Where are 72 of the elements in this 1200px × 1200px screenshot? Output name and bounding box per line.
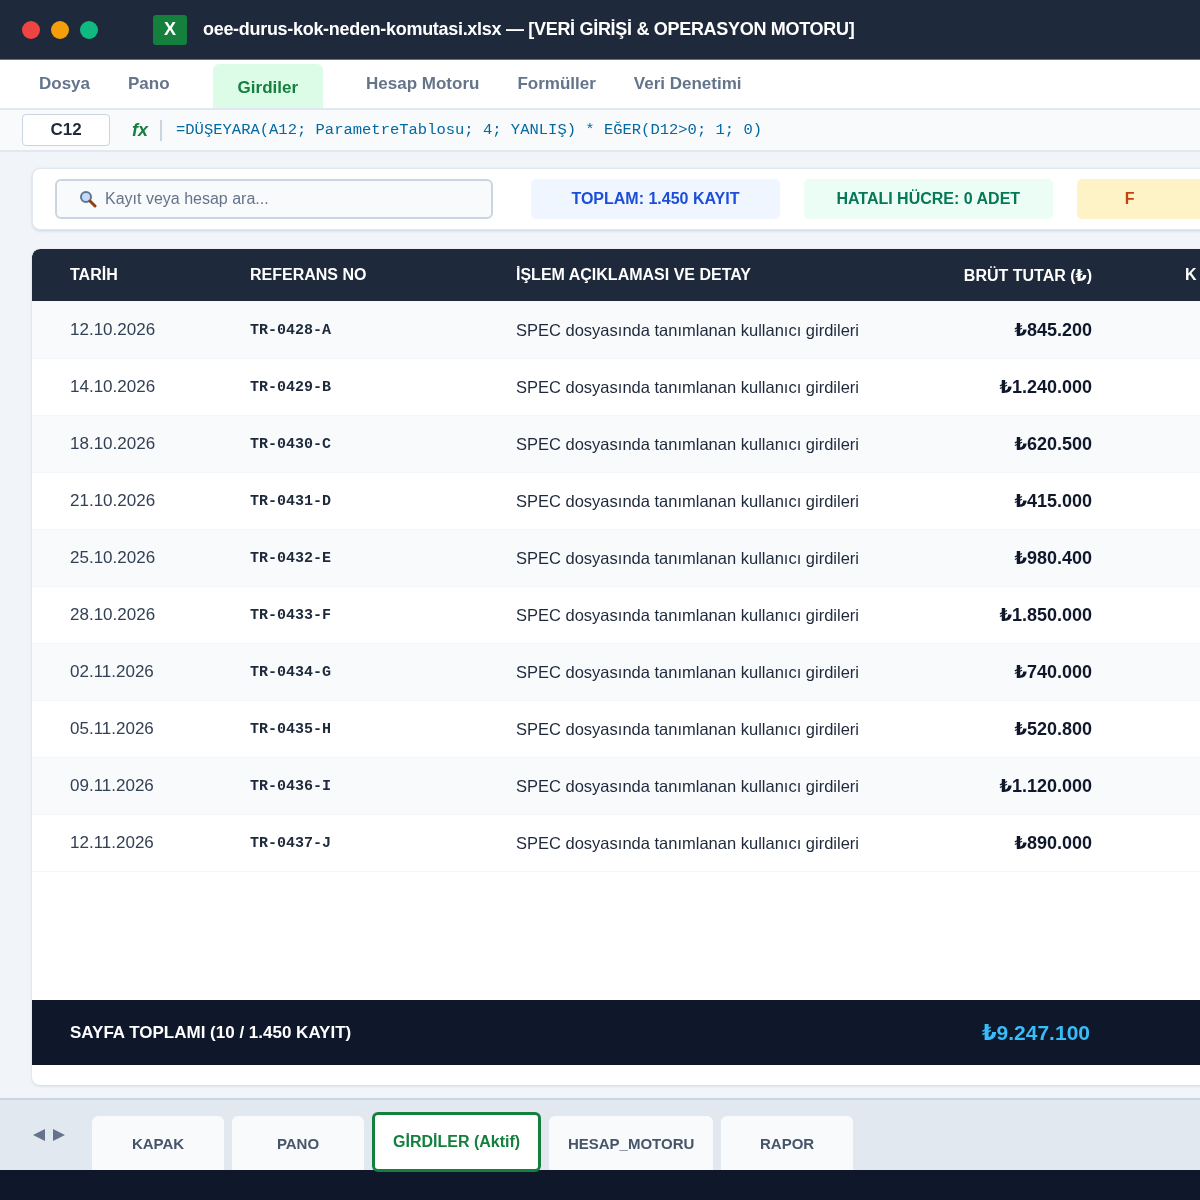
sheet-tab[interactable]: HESAP_MOTORU xyxy=(549,1116,714,1170)
menu-tab[interactable]: Girdiler xyxy=(212,64,324,108)
table-cell-text: TR-0429-B xyxy=(250,378,332,396)
count-badge: TOPLAM: 1.450 KAYIT xyxy=(531,179,780,219)
footer-total: ₺9.247.100 xyxy=(980,1020,1091,1045)
table-cell-text: ₺740.000 xyxy=(1013,661,1092,683)
column-header: K xyxy=(1184,266,1198,284)
table-cell-text: ₺1.240.000 xyxy=(998,376,1092,398)
minimize-button[interactable] xyxy=(51,20,69,39)
table-cell: SPEC dosyasında tanımlanan kullanıcı girdileri xyxy=(516,434,856,454)
table-cell-text: TR-0431-D xyxy=(250,492,332,510)
sheet-tab[interactable]: PANO xyxy=(232,1116,364,1170)
table-cell-text: TR-0437-J xyxy=(250,834,332,852)
table-cell-text: ₺415.000 xyxy=(1013,490,1092,512)
table-cell: SPEC dosyasında tanımlanan kullanıcı girdileri xyxy=(516,662,856,682)
column-header: TARİH xyxy=(70,266,119,284)
table-cell: SPEC dosyasında tanımlanan kullanıcı girdileri xyxy=(516,377,856,397)
search-field[interactable]: Kayıt veya hesap ara... xyxy=(55,179,493,219)
table-cell-text: ₺845.200 xyxy=(1013,319,1092,341)
menu-tab[interactable]: Dosya xyxy=(22,62,108,106)
table-cell: SPEC dosyasında tanımlanan kullanıcı girdileri xyxy=(516,719,856,739)
table-cell-text: 12.10.2026 xyxy=(70,320,157,340)
count-badge: HATALI HÜCRE: 0 ADET xyxy=(803,179,1053,219)
maximize-button[interactable] xyxy=(80,20,98,39)
table-cell-text: ₺890.000 xyxy=(1013,832,1092,854)
cell-reference-field[interactable]: C12 xyxy=(22,114,110,146)
table-cell-text: 21.10.2026 xyxy=(70,491,157,511)
table-cell-text: 25.10.2026 xyxy=(70,548,157,568)
menu-tab[interactable]: Formüller xyxy=(500,62,613,106)
sheet-tab[interactable]: RAPOR xyxy=(721,1116,854,1170)
table-cell-text: TR-0433-F xyxy=(250,606,332,624)
menu-tab[interactable]: Pano xyxy=(111,62,187,106)
window-title: oee-durus-kok-neden-komutasi.xlsx — [VERİ GİRİŞİ & OPERASYON MOTORU] xyxy=(203,19,855,40)
table-cell-text: 12.11.2026 xyxy=(70,833,155,853)
table-cell-text: ₺1.850.000 xyxy=(998,604,1092,626)
menu-tab[interactable]: Veri Denetimi xyxy=(616,62,759,106)
table-cell-text: 09.11.2026 xyxy=(70,776,155,796)
close-button[interactable] xyxy=(22,20,40,39)
previous-sheet-icon[interactable] xyxy=(32,1128,46,1142)
table-cell: SPEC dosyasında tanımlanan kullanıcı girdileri xyxy=(516,833,856,853)
table-cell-text: TR-0430-C xyxy=(250,435,332,453)
table-cell-text: TR-0434-G xyxy=(250,663,332,681)
sheet-tab[interactable]: GİRDİLER (Aktif) xyxy=(372,1112,542,1172)
table-cell-text: 05.11.2026 xyxy=(70,719,155,739)
footer-label: SAYFA TOPLAMI (10 / 1.450 KAYIT) xyxy=(70,1022,353,1043)
table-cell: SPEC dosyasında tanımlanan kullanıcı girdileri xyxy=(516,776,856,796)
column-header: BRÜT TUTAR (₺) xyxy=(962,265,1092,285)
sheet-tab[interactable]: KAPAK xyxy=(92,1116,224,1170)
formula-text[interactable]: =DÜŞEYARA(A12; ParametreTablosu; 4; YANLIŞ) * EĞER(D12>0; 1; 0) xyxy=(176,121,762,139)
table-cell-text: ₺620.500 xyxy=(1013,433,1092,455)
table-cell-text: ₺520.800 xyxy=(1013,718,1092,740)
table-cell-text: 14.10.2026 xyxy=(70,377,157,397)
table-cell-text: TR-0428-A xyxy=(250,321,332,339)
count-badge: F xyxy=(1076,179,1200,219)
table-cell: SPEC dosyasında tanımlanan kullanıcı girdileri xyxy=(516,605,856,625)
menu-tab[interactable]: Hesap Motoru xyxy=(349,62,497,106)
table-cell: SPEC dosyasında tanımlanan kullanıcı girdileri xyxy=(516,320,856,340)
table-cell: SPEC dosyasında tanımlanan kullanıcı girdileri xyxy=(516,548,856,568)
table-cell-text: 18.10.2026 xyxy=(70,434,157,454)
table-cell-text: 28.10.2026 xyxy=(70,605,157,625)
function-label: fx xyxy=(132,119,162,141)
column-header: REFERANS NO xyxy=(250,266,368,284)
table-cell-text: TR-0432-E xyxy=(250,549,332,567)
table-cell-text: 02.11.2026 xyxy=(70,662,155,682)
table-cell-text: ₺980.400 xyxy=(1013,547,1092,569)
table-cell-text: ₺1.120.000 xyxy=(998,775,1092,797)
next-sheet-icon[interactable] xyxy=(52,1128,66,1142)
table-cell-text: TR-0436-I xyxy=(250,777,332,795)
column-header: İŞLEM AÇIKLAMASI VE DETAY xyxy=(516,266,752,284)
table-cell: SPEC dosyasında tanımlanan kullanıcı girdileri xyxy=(516,491,856,511)
table-cell-text: TR-0435-H xyxy=(250,720,332,738)
app-logo: X xyxy=(153,14,187,45)
